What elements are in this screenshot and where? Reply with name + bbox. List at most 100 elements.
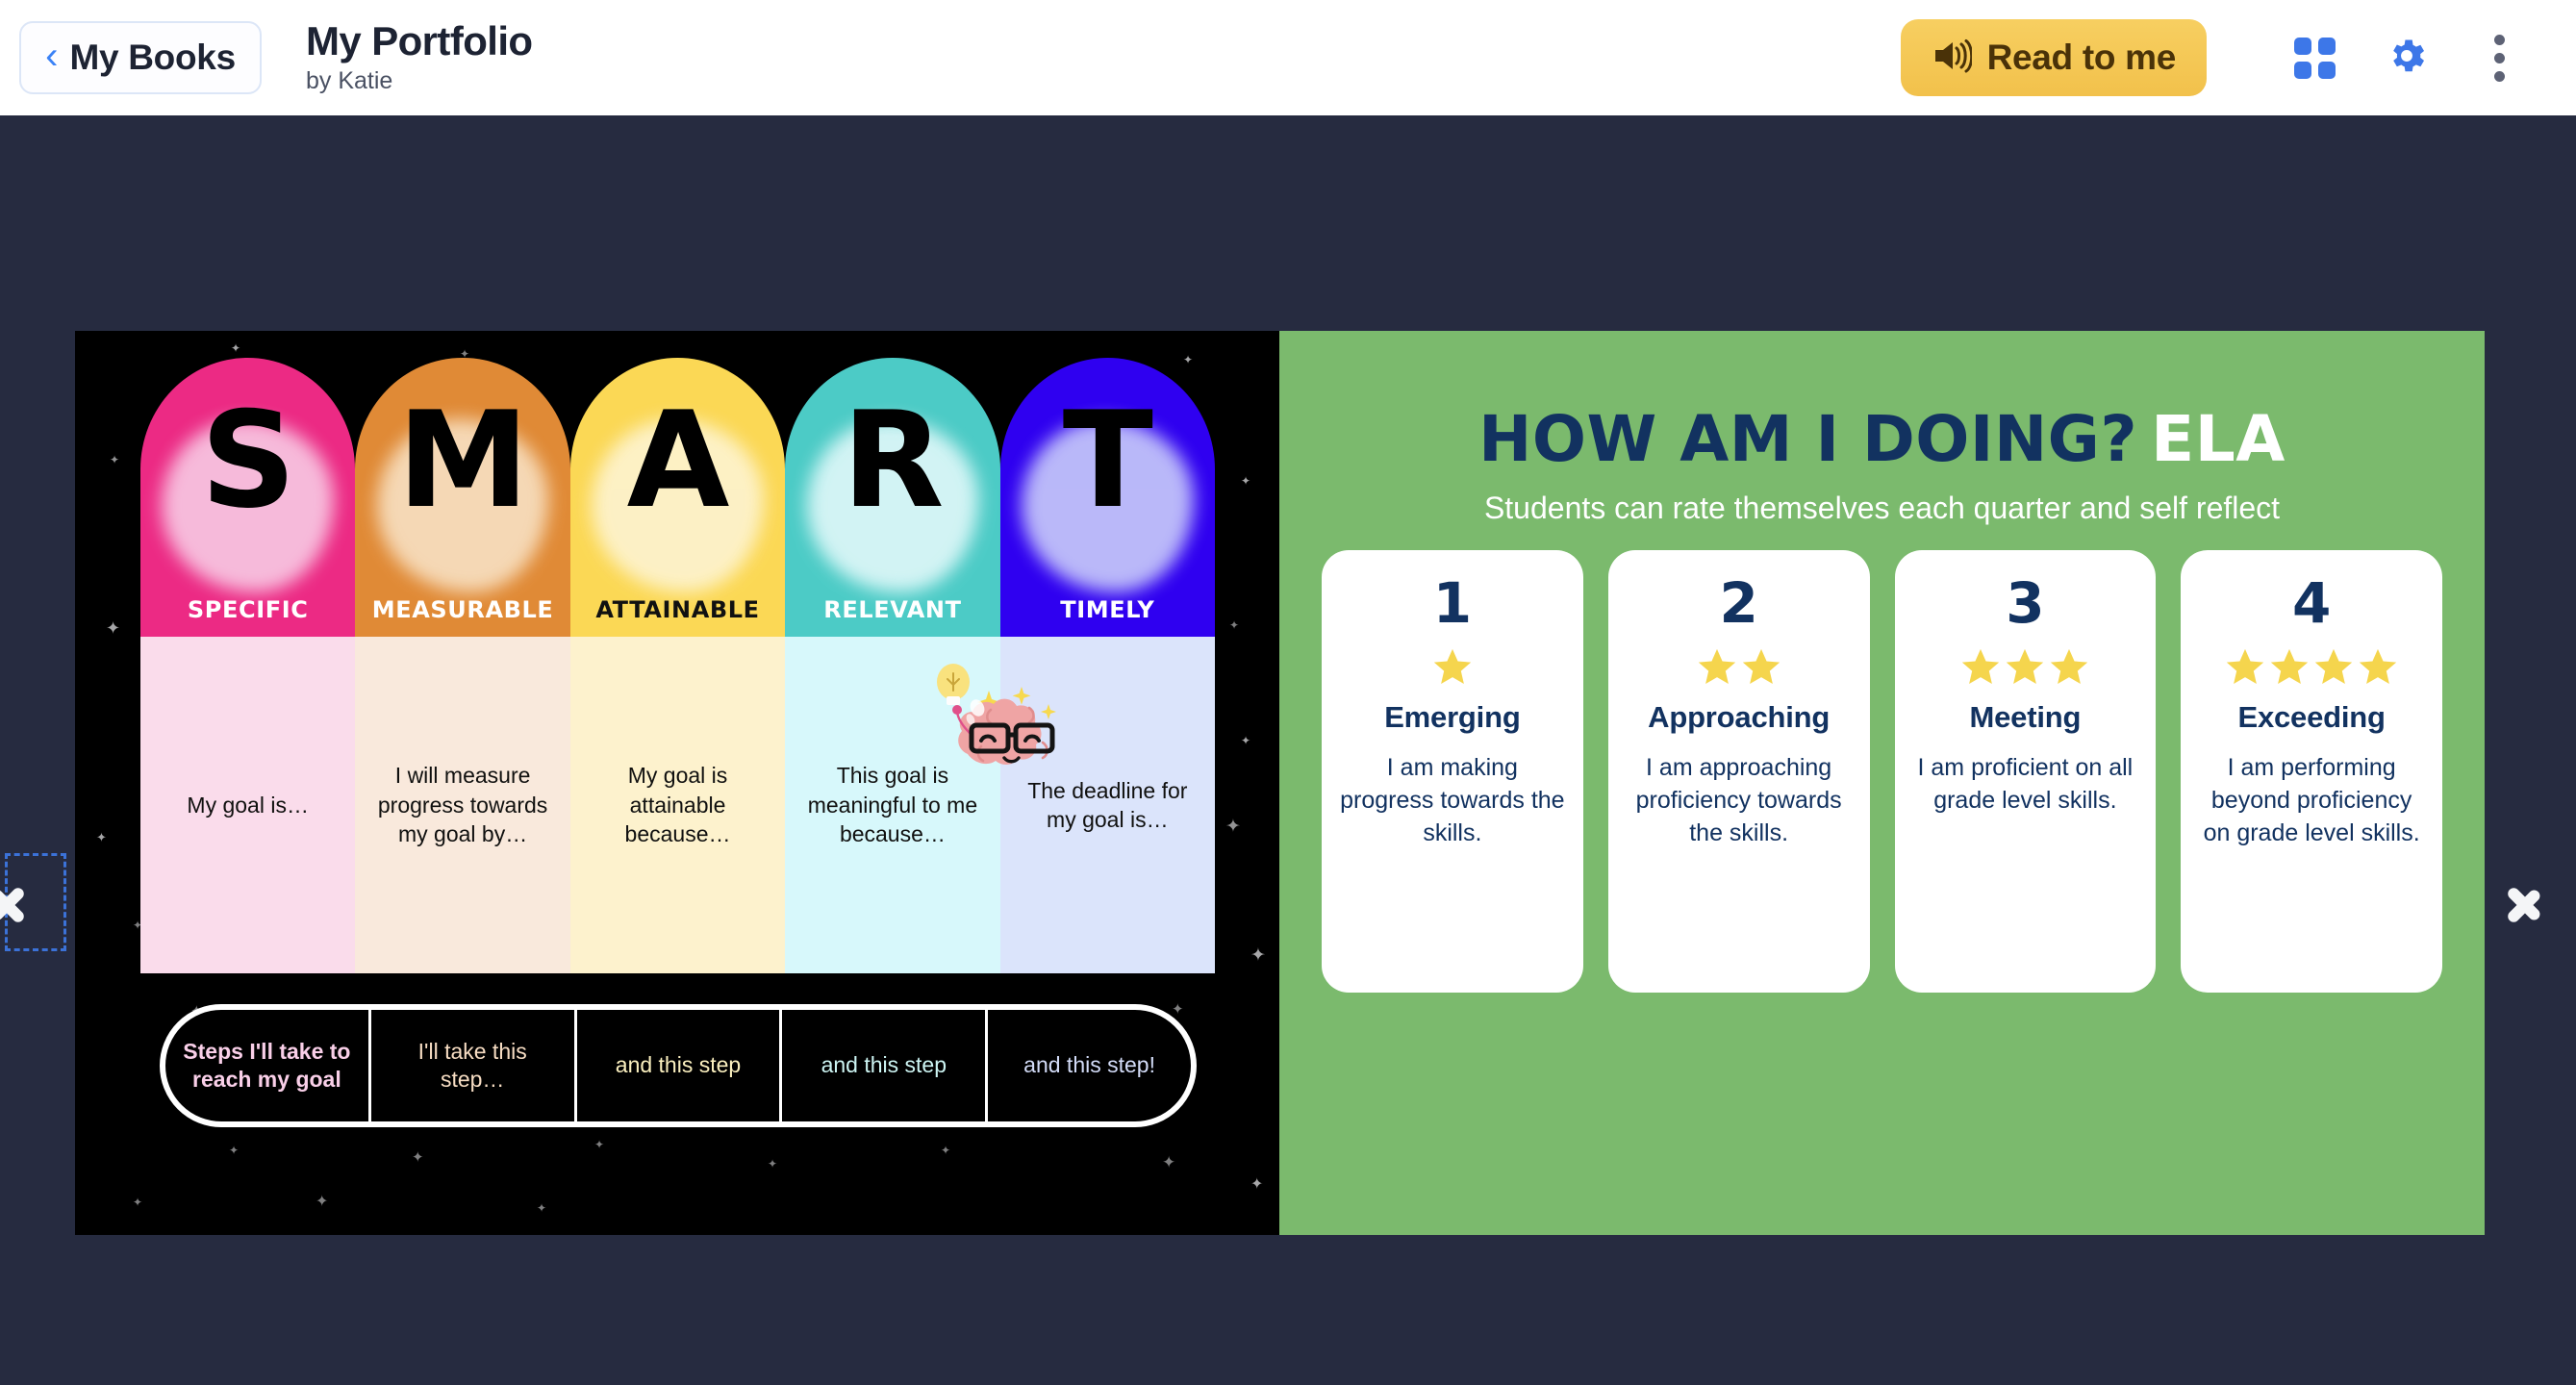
star-icon [1962,648,2000,685]
rating-stars [1337,641,1568,694]
smart-column-header: A ATTAINABLE [569,358,786,637]
header-actions: Read to me [1900,12,2576,104]
sparkle-icon: ✦ [768,1157,778,1171]
smart-column-attainable[interactable]: A ATTAINABLE My goal is attainable because… [569,358,786,973]
sparkle-icon: ✦ [412,1149,424,1166]
star-icon [1433,648,1472,685]
read-to-me-button[interactable]: Read to me [1900,19,2207,96]
sparkle-icon: ✦ [1250,1176,1264,1193]
smart-word-label: RELEVANT [823,596,962,623]
rating-stars [2196,641,2427,694]
sparkle-icon: ✦ [106,618,121,638]
back-button-label: My Books [69,38,236,77]
more-options-button[interactable] [2453,12,2545,104]
how-am-i-doing-subtitle: Students can rate themselves each quarte… [1483,491,2281,525]
step-cell[interactable]: and this step! [988,1010,1191,1121]
star-icon [2314,648,2353,685]
chevron-right-icon [2504,869,2542,936]
book-spread: ✦✦✦✦✦✦✦✦✦✦✦✦✦✦✦✦✦✦✦✦✦✦✦✦✦✦✦✦✦✦✦✦ SSPECIF… [75,331,2485,1235]
rating-stars [1910,641,2141,694]
rating-cards-row: 1 Emerging I am making progress towards th… [1322,550,2442,993]
book-page-left[interactable]: ✦✦✦✦✦✦✦✦✦✦✦✦✦✦✦✦✦✦✦✦✦✦✦✦✦✦✦✦✦✦✦✦ SSPECIF… [75,331,1279,1235]
rating-number: 2 [1719,570,1758,636]
page-title: My Portfolio [306,17,533,63]
sparkle-icon: ✦ [594,1138,605,1151]
read-to-me-label: Read to me [1986,38,2177,77]
book-title-block: My Portfolio by Katie [306,17,533,95]
step-cell[interactable]: and this step [782,1010,989,1121]
steps-row-label[interactable]: Steps I'll take to reach my goal [165,1010,371,1121]
rating-description: I am making progress towards the skills. [1340,754,1565,846]
smart-word-label: MEASURABLE [371,596,554,623]
smart-column-header: S SPECIFIC [140,358,356,637]
next-page-button[interactable] [2495,856,2551,948]
rating-description: I am approaching proficiency towards the… [1635,754,1842,846]
sparkle-icon: ✦ [1229,618,1240,632]
star-icon [2051,648,2088,685]
star-icon [1742,648,1780,685]
star-icon [1698,648,1735,685]
smart-column-header: R RELEVANT [785,358,1000,637]
sparkle-icon: ✦ [1250,945,1266,966]
rating-name: Exceeding [2237,700,2386,734]
smart-column-header: T TIMELY [999,358,1216,637]
smart-letter: M [396,383,529,538]
rating-card-3[interactable]: 3 Meeting I am proficient on all grade lev… [1894,550,2157,993]
settings-button[interactable] [2361,12,2453,104]
book-page-right[interactable]: HOW AM I DOING? ELA Students can rate the… [1279,331,2485,1235]
book-stage: ✦✦✦✦✦✦✦✦✦✦✦✦✦✦✦✦✦✦✦✦✦✦✦✦✦✦✦✦✦✦✦✦ SSPECIF… [0,115,2576,1385]
gear-icon [2385,34,2429,83]
smart-column-header: M MEASURABLE [355,358,570,637]
sparkle-icon: ✦ [1162,1153,1176,1171]
smart-prompt-text[interactable]: My goal is attainable because… [569,637,786,973]
star-icon [2226,648,2264,685]
kebab-menu-icon [2493,34,2505,82]
book-author: by Katie [306,67,393,95]
goal-steps-row: Steps I'll take to reach my goal I'll tak… [160,1004,1197,1127]
step-cell[interactable]: I'll take this step… [371,1010,577,1121]
rating-stars [1624,641,1855,694]
chevron-left-icon: ‹ [45,35,59,77]
sparkle-icon: ✦ [133,1196,143,1209]
rating-name: Emerging [1384,700,1521,734]
rating-number: 3 [2006,570,2045,636]
sparkle-icon: ✦ [537,1201,547,1215]
sparkle-icon: ✦ [229,1144,240,1157]
sparkle-icon: ✦ [1225,817,1241,837]
smart-column-specific[interactable]: S SPECIFIC My goal is… [140,358,356,973]
smart-word-label: ATTAINABLE [595,596,760,623]
back-to-my-books-button[interactable]: ‹ My Books [19,21,262,94]
rating-card-4[interactable]: 4 Exceeding I am performing beyond profici… [2181,550,2442,993]
sparkle-icon: ✦ [96,830,107,844]
chevron-left-icon [16,869,55,936]
grid-view-button[interactable] [2268,12,2361,104]
smart-word-label: SPECIFIC [187,596,309,623]
grid-view-icon [2293,37,2336,79]
star-icon [2007,648,2044,685]
rating-number: 4 [2291,570,2332,636]
step-cell[interactable]: and this step [577,1010,783,1121]
smart-column-measurable[interactable]: M MEASURABLE I will measure progress towar… [355,358,570,973]
brain-mascot-illustration [929,658,1093,812]
sparkle-icon: ✦ [110,453,120,466]
smart-prompt-text[interactable]: I will measure progress towards my goal … [355,637,570,973]
rating-name: Meeting [1969,700,2082,734]
smart-prompt-text[interactable]: My goal is… [140,637,356,973]
rating-card-1[interactable]: 1 Emerging I am making progress towards th… [1322,550,1583,993]
sparkle-icon: ✦ [231,341,241,355]
sparkle-icon: ✦ [316,1194,329,1210]
rating-card-2[interactable]: 2 Approaching I am approaching proficiency… [1607,550,1870,993]
smart-letter: A [626,383,730,538]
sparkle-icon: ✦ [1241,474,1251,488]
previous-page-button[interactable] [5,853,66,951]
rating-number: 1 [1432,570,1473,636]
rating-description: I am performing beyond proficiency on gr… [2203,754,2420,846]
sparkle-icon: ✦ [941,1144,951,1157]
smart-letter: R [842,383,944,538]
rating-name: Approaching [1648,700,1831,734]
smart-letter: S [200,383,296,538]
rating-description: I am proficient on all grade level skill… [1917,754,2134,814]
smart-word-label: TIMELY [1060,596,1155,623]
how-am-i-doing-title: HOW AM I DOING? ELA [1279,408,2485,471]
speaker-icon [1932,38,1973,79]
